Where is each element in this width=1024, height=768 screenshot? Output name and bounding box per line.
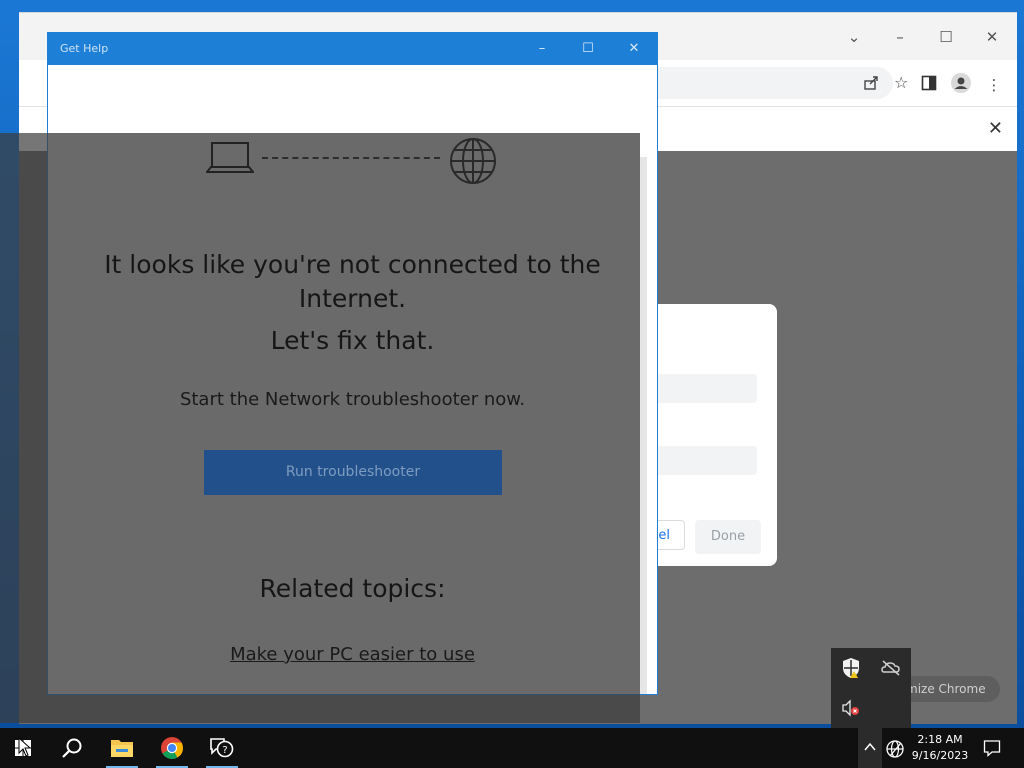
svg-text:?: ? xyxy=(222,745,227,756)
clock-date: 9/16/2023 xyxy=(911,749,969,762)
get-help-taskbar-button[interactable]: ? xyxy=(198,728,246,768)
windows-security-warning-icon[interactable] xyxy=(839,656,863,680)
get-help-icon: ? xyxy=(210,738,234,758)
related-topics-heading: Related topics: xyxy=(259,574,446,603)
share-icon[interactable] xyxy=(863,75,879,91)
kebab-menu-icon[interactable]: ⋮ xyxy=(984,75,1004,95)
start-text: Start the Network troubleshooter now. xyxy=(179,389,526,410)
done-button[interactable]: Done xyxy=(695,520,761,554)
close-button[interactable]: ✕ xyxy=(977,25,1007,49)
network-globe-icon[interactable] xyxy=(886,740,904,758)
clock-time: 2:18 AM xyxy=(917,733,963,746)
chrome-taskbar-button[interactable] xyxy=(148,728,196,768)
side-panel-icon[interactable] xyxy=(921,75,937,91)
chrome-icon xyxy=(161,737,183,759)
network-illustration xyxy=(206,137,501,185)
chevron-down-icon[interactable]: ⌄ xyxy=(839,25,869,49)
onedrive-offline-icon[interactable] xyxy=(879,656,903,680)
troubleshooter-panel xyxy=(48,133,640,694)
headline-line-1: It looks like you're not connected to th… xyxy=(104,250,601,279)
globe-icon xyxy=(450,138,496,184)
action-center-icon[interactable] xyxy=(983,739,1001,757)
chrome-dialog: el Done xyxy=(639,304,777,566)
file-explorer-button[interactable] xyxy=(98,728,146,768)
minimize-button[interactable]: – xyxy=(530,39,554,59)
related-link[interactable]: Make your PC easier to use xyxy=(60,644,645,665)
profile-avatar-icon[interactable] xyxy=(951,73,971,93)
maximize-button[interactable]: ☐ xyxy=(576,39,600,59)
headline: It looks like you're not connected to th… xyxy=(60,248,645,316)
mouse-cursor-icon xyxy=(18,737,32,757)
minimize-button[interactable]: – xyxy=(885,25,915,49)
run-troubleshooter-button[interactable]: Run troubleshooter xyxy=(204,450,502,495)
fix-text: Let's fix that. xyxy=(270,326,435,355)
related-link-text[interactable]: Make your PC easier to use xyxy=(230,644,475,665)
scrollbar[interactable] xyxy=(639,157,647,694)
search-icon xyxy=(62,738,82,758)
window-title: Get Help xyxy=(60,42,109,55)
close-icon[interactable]: ✕ xyxy=(988,118,1003,139)
close-button[interactable]: ✕ xyxy=(622,39,646,59)
taskbar: ? 2:18 AM 9/16/2023 xyxy=(0,728,1024,768)
chevron-up-icon xyxy=(864,742,876,751)
show-hidden-icons-button[interactable] xyxy=(858,728,882,768)
clock[interactable]: 2:18 AM 9/16/2023 xyxy=(910,732,970,764)
headline-line-2: Internet. xyxy=(298,284,407,313)
maximize-button[interactable]: ☐ xyxy=(931,25,961,49)
connection-dashes xyxy=(262,157,440,159)
laptop-icon xyxy=(206,142,254,173)
volume-muted-icon[interactable] xyxy=(839,696,863,720)
get-help-titlebar: Get Help – ☐ ✕ xyxy=(48,33,657,65)
bookmark-star-icon[interactable]: ☆ xyxy=(894,73,908,92)
address-bar[interactable]: ☆ xyxy=(655,67,908,99)
search-button[interactable] xyxy=(48,728,96,768)
folder-icon xyxy=(111,740,133,757)
tray-overflow-flyout xyxy=(831,648,911,728)
